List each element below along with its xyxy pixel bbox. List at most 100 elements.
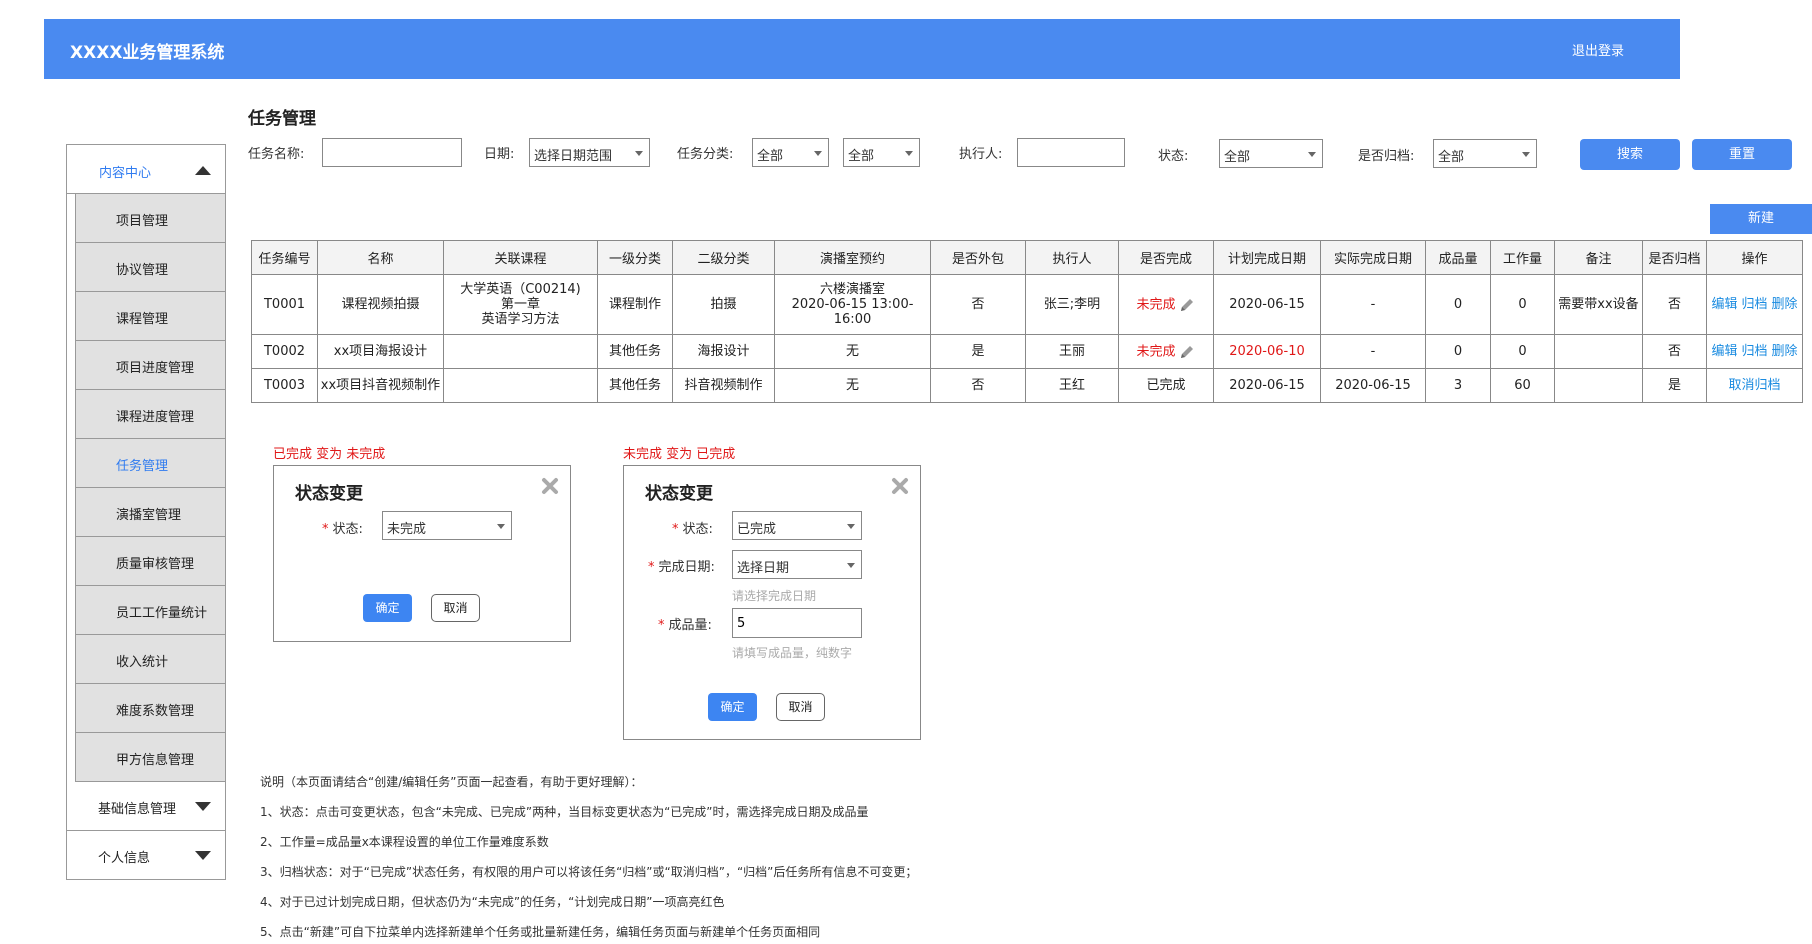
workload-value: 0: [1518, 297, 1527, 312]
sidebar-item[interactable]: 任务管理: [75, 439, 225, 488]
cell-studio: 六楼演播室 2020-06-15 13:00-16:00: [774, 274, 931, 335]
expand-arrow-icon[interactable]: [195, 851, 211, 860]
cell-remark: 需要带xx设备: [1554, 274, 1643, 335]
cell-studio: 无: [774, 368, 931, 403]
sidebar-item[interactable]: 协议管理: [75, 243, 225, 292]
chevron-down-icon: [635, 151, 643, 156]
sidebar-group-label: 基础信息管理: [98, 802, 177, 817]
course-line: 第一章: [500, 297, 540, 312]
sidebar-item[interactable]: 课程管理: [75, 292, 225, 341]
row-action-link[interactable]: 归档: [1741, 344, 1767, 359]
sidebar-item[interactable]: 质量审核管理: [75, 537, 225, 586]
column-header: 实际完成日期: [1320, 240, 1426, 275]
category1-select[interactable]: 全部: [752, 138, 829, 167]
executor-value: 张三;李明: [1043, 297, 1101, 312]
category1: 其他任务: [608, 344, 661, 359]
chevron-down-icon: [814, 151, 822, 156]
status-change-dialog-2: 状态变更 * 状态: 已完成 * 完成日期: 选择日期 请选择完成日期 * 成品量: …: [623, 465, 921, 740]
dialog-title: 状态变更: [295, 484, 363, 504]
row-action-link[interactable]: 取消归档: [1728, 378, 1780, 393]
workload-value: 60: [1514, 378, 1531, 393]
completion-status[interactable]: 已完成: [1146, 378, 1185, 393]
confirm-button[interactable]: 确定: [363, 594, 412, 622]
sidebar-group-label: 个人信息: [98, 851, 151, 866]
sidebar-item[interactable]: 甲方信息管理: [75, 733, 225, 782]
sidebar-item[interactable]: 项目进度管理: [75, 341, 225, 390]
category2-select[interactable]: 全部: [843, 138, 920, 167]
notes-section: 说明（本页面请结合“创建/编辑任务”页面一起查看，有助于更好理解）： 1、状态：点…: [260, 775, 917, 944]
cell-cat2: 海报设计: [672, 334, 775, 369]
cell-outsourced: 否: [930, 368, 1026, 403]
executor-input[interactable]: [1017, 138, 1125, 167]
cell-executor: 王丽: [1025, 334, 1119, 369]
cell-cat1: 其他任务: [597, 334, 673, 369]
column-header: 名称: [317, 240, 444, 275]
outsourced-value: 否: [971, 297, 985, 312]
close-icon[interactable]: [540, 476, 560, 496]
sidebar-item[interactable]: 项目管理: [75, 194, 225, 243]
sidebar-item[interactable]: 员工工作量统计: [75, 586, 225, 635]
column-header: 成品量: [1425, 240, 1491, 275]
row-action-link[interactable]: 删除: [1772, 344, 1798, 359]
new-button[interactable]: 新建: [1710, 204, 1812, 234]
collapse-arrow-icon[interactable]: [195, 166, 211, 175]
close-icon[interactable]: [890, 476, 910, 496]
output-input[interactable]: [732, 608, 862, 638]
cell-executor: 张三;李明: [1025, 274, 1119, 335]
cancel-button[interactable]: 取消: [776, 693, 825, 721]
row-action-link[interactable]: 编辑: [1711, 297, 1737, 312]
completion-date-select[interactable]: 选择日期: [732, 550, 862, 579]
cell-actions: 编辑 归档 删除: [1706, 334, 1803, 369]
status-change-dialog-1: 状态变更 * 状态: 未完成 确定 取消: [273, 465, 571, 642]
cell-archived: 否: [1642, 334, 1707, 369]
cell-name: 课程视频拍摄: [317, 274, 444, 335]
pencil-icon[interactable]: [1178, 343, 1196, 361]
status-field-select[interactable]: 未完成: [382, 511, 512, 540]
column-header: 演播室预约: [774, 240, 931, 275]
completion-status[interactable]: 未完成: [1136, 297, 1175, 312]
archived-value: 全部: [1438, 150, 1465, 165]
output-value: 0: [1453, 344, 1463, 359]
dialog-title: 状态变更: [645, 484, 713, 504]
cancel-button[interactable]: 取消: [431, 594, 480, 622]
expand-arrow-icon[interactable]: [195, 802, 211, 811]
row-action-link[interactable]: 编辑: [1711, 344, 1737, 359]
cell-actual-date: 2020-06-15: [1320, 368, 1426, 403]
sidebar-group[interactable]: 个人信息: [67, 831, 225, 880]
logout-link[interactable]: 退出登录: [1572, 40, 1624, 59]
cell-course: [443, 334, 598, 369]
sidebar-item-label: 任务管理: [116, 459, 169, 474]
status-field-select[interactable]: 已完成: [732, 511, 862, 540]
archived-value: 否: [1667, 344, 1681, 359]
completion-status[interactable]: 未完成: [1136, 344, 1175, 359]
reset-button[interactable]: 重置: [1692, 139, 1792, 170]
cell-remark: [1554, 334, 1643, 369]
archived-value: 否: [1667, 297, 1681, 312]
sidebar-item[interactable]: 课程进度管理: [75, 390, 225, 439]
cell-cat1: 其他任务: [597, 368, 673, 403]
row-action-link[interactable]: 删除: [1772, 297, 1798, 312]
status-field-label: * 状态:: [322, 522, 363, 537]
sidebar-group-content-center[interactable]: 内容中心: [67, 145, 225, 194]
completion-date-label: * 完成日期:: [648, 560, 715, 575]
confirm-button[interactable]: 确定: [708, 693, 757, 721]
completion-date-value: 选择日期: [737, 561, 790, 576]
pencil-icon[interactable]: [1178, 296, 1196, 314]
sidebar-item-label: 课程管理: [116, 312, 169, 327]
cell-plan-date: 2020-06-10: [1213, 334, 1321, 369]
cell-name: xx项目海报设计: [317, 334, 444, 369]
sidebar-group[interactable]: 基础信息管理: [67, 782, 225, 831]
date-range-select[interactable]: 选择日期范围: [529, 138, 650, 167]
sidebar-item[interactable]: 难度系数管理: [75, 684, 225, 733]
course-line: 英语学习方法: [481, 312, 560, 327]
archived-select[interactable]: 全部: [1433, 139, 1537, 168]
sidebar-item[interactable]: 收入统计: [75, 635, 225, 684]
row-action-link[interactable]: 归档: [1741, 297, 1767, 312]
sidebar-item[interactable]: 演播室管理: [75, 488, 225, 537]
task-name-input[interactable]: [322, 138, 462, 167]
cell-output: 0: [1425, 274, 1491, 335]
sidebar-group-label: 内容中心: [99, 166, 152, 181]
cell-cat2: 拍摄: [672, 274, 775, 335]
search-button[interactable]: 搜索: [1580, 139, 1680, 170]
status-select[interactable]: 全部: [1219, 139, 1323, 168]
